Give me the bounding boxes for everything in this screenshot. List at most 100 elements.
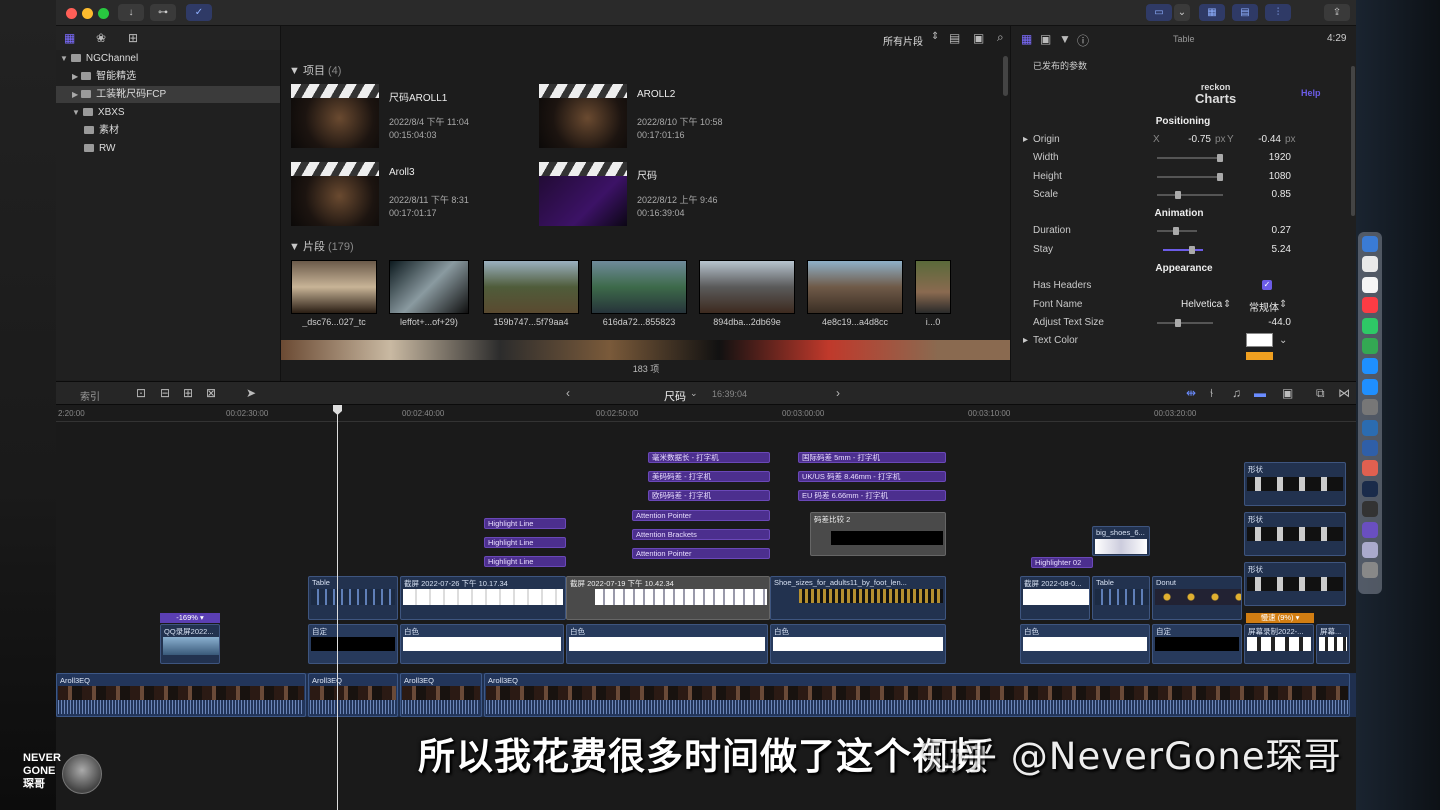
chevron-down-icon[interactable]: ⌄ — [1174, 4, 1190, 21]
keywords-icon[interactable]: ⊶ — [150, 4, 176, 21]
terminal-icon[interactable] — [1362, 501, 1378, 518]
has-headers-checkbox[interactable]: ✓ — [1262, 280, 1272, 290]
aroll-clip[interactable]: Aroll3EQ — [56, 673, 306, 717]
duration-slider[interactable] — [1157, 227, 1197, 235]
libraries-icon[interactable]: ▦ — [64, 31, 75, 45]
solo-icon[interactable]: ▬ — [1254, 386, 1266, 400]
inspector-toggle-icon[interactable]: ▤ — [1232, 4, 1258, 21]
color-app-icon[interactable] — [1362, 460, 1378, 477]
shape-clip[interactable]: 形状 — [1244, 562, 1346, 606]
trash-icon[interactable] — [1362, 562, 1378, 579]
title-clip[interactable]: Attention Pointer — [632, 548, 770, 559]
info-inspector-icon[interactable]: ⓘ — [1077, 32, 1089, 49]
project-card[interactable]: AROLL2 2022/8/10 下午 10:58 00:17:01:16 — [539, 84, 779, 154]
browser-toggle-icon[interactable]: ▭ — [1146, 4, 1172, 21]
adjust-text-size-slider[interactable] — [1157, 319, 1213, 327]
custom-generator-clip[interactable]: 自定 — [1152, 624, 1242, 664]
aroll-clip[interactable]: Aroll3EQ — [484, 673, 1350, 717]
clip-thumbnails-row-2[interactable] — [281, 340, 1011, 360]
table-clip[interactable]: Table — [308, 576, 398, 620]
width-value[interactable]: 1920 — [1231, 152, 1291, 163]
height-slider[interactable] — [1157, 173, 1223, 181]
library-item[interactable]: 素材 — [56, 122, 280, 139]
library-item[interactable]: ▶ 智能精选 — [56, 68, 280, 85]
playhead[interactable] — [337, 405, 338, 810]
aroll-clip[interactable]: Aroll3EQ — [400, 673, 482, 717]
insert-clip-icon[interactable]: ⊟ — [160, 386, 170, 400]
title-clip[interactable]: Attention Brackets — [632, 529, 770, 540]
index-button[interactable]: 索引 — [80, 388, 100, 403]
clip-thumb[interactable]: _dsc76...027_tc — [291, 260, 377, 330]
zoom-window-button[interactable] — [98, 8, 109, 19]
overwrite-clip-icon[interactable]: ⊠ — [206, 386, 216, 400]
title-clip[interactable]: Highlighter 02 — [1031, 557, 1093, 568]
text-color-swatch[interactable] — [1246, 333, 1273, 347]
screenshot-clip[interactable]: 截屏 2022-07-26 下午 10.17.34 — [400, 576, 566, 620]
title-clip[interactable]: EU 码差 6.66mm - 打字机 — [798, 490, 946, 501]
white-generator-clip[interactable]: 白色 — [566, 624, 768, 664]
shape-clip[interactable]: 形状 — [1244, 462, 1346, 506]
line-color-swatch[interactable] — [1246, 352, 1273, 360]
font-name-popup[interactable]: Helvetica — [1181, 299, 1222, 310]
clip-thumb[interactable]: i...0 — [915, 260, 951, 330]
origin-y-value[interactable]: -0.44 — [1247, 134, 1281, 145]
speed-badge[interactable]: -169% ▾ — [160, 613, 220, 623]
video-inspector-icon[interactable]: ▣ — [1040, 32, 1051, 46]
title-clip[interactable]: 美码码差 - 打字机 — [648, 471, 770, 482]
chrome-icon[interactable] — [1362, 338, 1378, 354]
background-tasks-icon[interactable]: ✓ — [186, 4, 212, 21]
screenshot-clip[interactable]: 截屏 2022-07-19 下午 10.42.34 — [566, 576, 770, 620]
scale-slider[interactable] — [1157, 191, 1223, 199]
shape-clip[interactable]: 形状 — [1244, 512, 1346, 556]
screen-recording-clip[interactable]: 屏幕... — [1316, 624, 1350, 664]
browser-scrollbar[interactable] — [1003, 56, 1008, 96]
effects-browser-icon[interactable]: ⧉ — [1316, 386, 1325, 401]
library-item[interactable]: ▶ 工装靴尺码FCP — [56, 86, 280, 103]
minimize-window-button[interactable] — [82, 8, 93, 19]
adjust-text-size-value[interactable]: -44.0 — [1231, 317, 1291, 328]
clip-thumb[interactable]: 159b747...5f79aa4 — [483, 260, 579, 330]
steam-icon[interactable] — [1362, 480, 1378, 497]
origin-disclosure-icon[interactable]: ▸ — [1023, 134, 1028, 145]
clip-filter-popup[interactable]: 所有片段 — [883, 33, 923, 48]
launchpad-icon[interactable] — [1362, 256, 1378, 273]
title-clip[interactable]: 国际码差 5mm - 打字机 — [798, 452, 946, 463]
stay-slider[interactable] — [1163, 246, 1203, 254]
timeline-toggle-icon[interactable]: ▦ — [1199, 4, 1225, 21]
scale-value[interactable]: 0.85 — [1231, 189, 1291, 200]
title-clip[interactable]: Highlight Line — [484, 537, 566, 548]
height-value[interactable]: 1080 — [1231, 171, 1291, 182]
custom-generator-clip[interactable]: 自定 — [308, 624, 398, 664]
project-card[interactable]: 尺码 2022/8/12 上午 9:46 00:16:39:04 — [539, 162, 779, 232]
duration-value[interactable]: 0.27 — [1231, 225, 1291, 236]
project-card[interactable]: Aroll3 2022/8/11 下午 8:31 00:17:01:17 — [291, 162, 531, 232]
clip-appearance-icon[interactable]: ▤ — [949, 31, 960, 45]
clip-thumb[interactable]: 616da72...855823 — [591, 260, 687, 330]
origin-x-value[interactable]: -0.75 — [1171, 134, 1211, 145]
clip-thumb[interactable]: leffot+...of+29) — [389, 260, 469, 330]
audio-skimming-icon[interactable]: ♫ — [1232, 386, 1241, 400]
disclosure-icon[interactable]: ▼ — [60, 54, 68, 63]
inspector-scrollbar[interactable] — [1351, 66, 1355, 216]
library-item[interactable]: ▼ NGChannel — [56, 50, 280, 67]
notes-icon[interactable] — [1362, 276, 1378, 293]
title-clip[interactable]: Highlight Line — [484, 556, 566, 567]
stay-value[interactable]: 5.24 — [1231, 244, 1291, 255]
forward-icon[interactable]: › — [836, 386, 840, 400]
width-slider[interactable] — [1157, 154, 1223, 162]
transitions-browser-icon[interactable]: ⋈ — [1338, 386, 1350, 400]
shoe-sizes-clip[interactable]: Shoe_sizes_for_adults11_by_foot_len... — [770, 576, 946, 620]
clips-section-header[interactable]: ▼ 片段 (179) — [289, 238, 354, 254]
library-item[interactable]: RW — [56, 140, 280, 157]
search-icon[interactable]: ⌕ — [997, 30, 1004, 45]
back-icon[interactable]: ‹ — [566, 386, 570, 400]
title-clip[interactable]: Attention Pointer — [632, 510, 770, 521]
safari-icon[interactable] — [1362, 358, 1378, 375]
lightroom-icon[interactable] — [1362, 440, 1378, 456]
disclosure-icon[interactable]: ▶ — [72, 72, 78, 81]
table-clip[interactable]: Table — [1092, 576, 1150, 620]
filmstrip-view-icon[interactable]: ▣ — [973, 31, 984, 45]
white-generator-clip[interactable]: 白色 — [1020, 624, 1150, 664]
disclosure-icon[interactable]: ▶ — [72, 90, 78, 99]
photos-audio-icon[interactable]: ❀ — [96, 31, 106, 45]
